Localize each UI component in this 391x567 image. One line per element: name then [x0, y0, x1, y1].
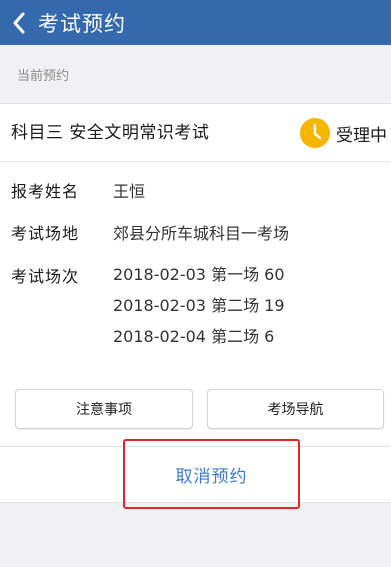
cancel-appointment-label: 取消预约: [175, 466, 248, 487]
session-item: 2018-02-04 第二场 6: [113, 327, 275, 346]
session-list: 2018-02-03 第一场 60 2018-02-03 第二场 19 2018…: [113, 263, 285, 356]
back-button[interactable]: [0, 0, 38, 45]
clock-icon: [300, 118, 330, 148]
app-screen: 考试预约 当前预约 科目三 安全文明常识考试 受理中 报考姓名 王恒 考试场地 …: [0, 0, 391, 567]
venue-value: 郊县分所车城科目一考场: [113, 224, 290, 243]
subject-title: 科目三 安全文明常识考试: [11, 123, 210, 143]
status-badge: 受理中: [300, 104, 387, 162]
navigation-button[interactable]: 考场导航: [207, 389, 384, 429]
status-text: 受理中: [336, 125, 387, 146]
notes-button[interactable]: 注意事项: [15, 389, 193, 429]
name-value: 王恒: [113, 182, 146, 201]
venue-label: 考试场地: [11, 224, 80, 243]
appointment-card-header: 科目三 安全文明常识考试 受理中: [0, 104, 391, 162]
page-title: 考试预约: [38, 11, 126, 36]
session-label: 考试场次: [11, 267, 80, 286]
name-label: 报考姓名: [11, 182, 80, 201]
cancel-area: 取消预约: [0, 439, 391, 509]
header-bar: 考试预约: [0, 0, 391, 45]
chevron-left-icon: [12, 12, 26, 34]
session-item: 2018-02-03 第一场 60: [113, 265, 285, 284]
cancel-appointment-button[interactable]: 取消预约: [123, 439, 300, 509]
section-label-current: 当前预约: [0, 45, 391, 103]
session-item: 2018-02-03 第二场 19: [113, 296, 285, 315]
appointment-card: 科目三 安全文明常识考试 受理中 报考姓名 王恒 考试场地 郊县分所车城科目一考…: [0, 103, 391, 447]
